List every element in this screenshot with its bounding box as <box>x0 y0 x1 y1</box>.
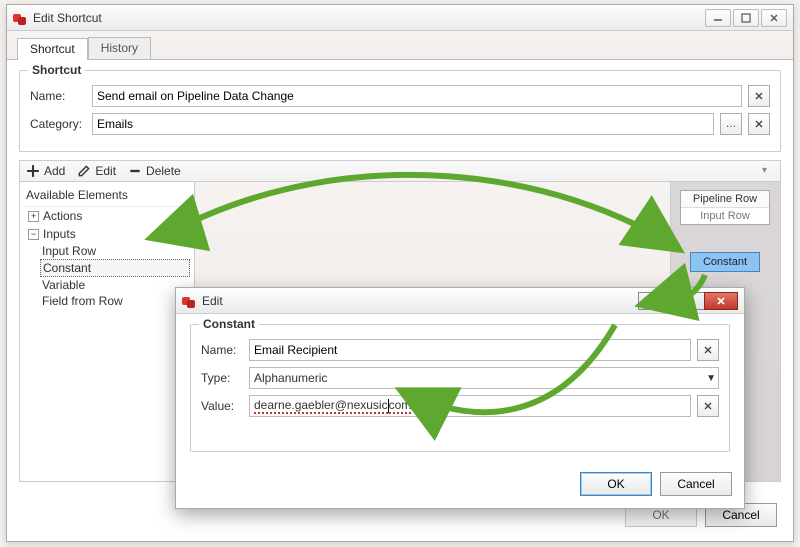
add-button[interactable]: Add <box>26 164 65 178</box>
browse-category-button[interactable]: … <box>720 113 742 135</box>
edit-titlebar[interactable]: Edit <box>176 288 744 314</box>
close-button[interactable] <box>704 292 738 310</box>
node-pipeline-row[interactable]: Pipeline Row Input Row <box>680 190 770 225</box>
clear-category-button[interactable] <box>748 113 770 135</box>
tab-history-label: History <box>101 41 138 55</box>
edit-type-label: Type: <box>201 371 243 385</box>
edit-name-label: Name: <box>201 343 243 357</box>
node-constant-label: Constant <box>703 256 747 268</box>
tree-inputs-children: Input Row Constant Variable Field from R… <box>24 243 190 309</box>
tree-variable[interactable]: Variable <box>40 277 190 293</box>
tree-actions-label: Actions <box>43 209 82 223</box>
edit-type-row: Type: Alphanumeric ▼ <box>201 367 719 389</box>
edit-title: Edit <box>202 294 633 308</box>
edit-value-label: Value: <box>201 399 243 413</box>
chevron-down-icon: ▼ <box>706 373 716 384</box>
delete-label: Delete <box>146 164 181 178</box>
shortcut-group: Shortcut Name: Category: … <box>19 70 781 152</box>
minimize-button[interactable] <box>638 292 672 310</box>
tree-constant[interactable]: Constant <box>40 259 190 277</box>
node-pipeline-row-sub: Input Row <box>681 208 769 224</box>
maximize-button[interactable] <box>671 292 705 310</box>
tab-shortcut-label: Shortcut <box>30 42 75 56</box>
edit-constant-dialog: Edit Constant Name: Type: <box>175 287 745 509</box>
name-row: Name: <box>30 85 770 107</box>
edit-dialog-buttons: OK Cancel <box>176 464 744 506</box>
edit-value-input[interactable]: dearne.gaebler@nexusiccom <box>249 395 691 417</box>
plus-icon <box>26 164 40 178</box>
app-icon <box>182 294 196 308</box>
ok-button[interactable]: OK <box>580 472 652 496</box>
clear-value-button[interactable] <box>697 395 719 417</box>
minus-icon <box>128 164 142 178</box>
node-constant[interactable]: Constant <box>690 252 760 272</box>
shortcut-legend: Shortcut <box>28 63 85 77</box>
tabs: Shortcut History <box>7 31 793 60</box>
edit-name-row: Name: <box>201 339 719 361</box>
edit-label: Edit <box>95 164 116 178</box>
category-label: Category: <box>30 117 86 131</box>
edit-value-row: Value: dearne.gaebler@nexusiccom <box>201 395 719 417</box>
category-input[interactable] <box>92 113 714 135</box>
clear-name-button[interactable] <box>697 339 719 361</box>
ok-label: OK <box>652 508 669 522</box>
titlebar[interactable]: Edit Shortcut <box>7 5 793 31</box>
expand-minus-icon[interactable]: − <box>28 229 39 240</box>
constant-group: Constant Name: Type: Alphanumeric ▼ Valu… <box>190 324 730 452</box>
category-row: Category: … <box>30 113 770 135</box>
edit-value-prefix: dearne.gaebler@nexusic <box>254 398 388 414</box>
name-input[interactable] <box>92 85 742 107</box>
cancel-label: Cancel <box>722 508 759 522</box>
edit-type-value: Alphanumeric <box>254 371 327 385</box>
tree-header: Available Elements <box>24 186 190 207</box>
delete-button[interactable]: Delete <box>128 164 181 178</box>
toolbar-overflow-icon[interactable]: ▾ <box>762 165 776 179</box>
window-buttons <box>705 9 787 27</box>
edit-name-input[interactable] <box>249 339 691 361</box>
expand-plus-icon[interactable]: + <box>28 211 39 222</box>
tree-input-row-label: Input Row <box>42 244 96 258</box>
clear-name-button[interactable] <box>748 85 770 107</box>
app-icon <box>13 11 27 25</box>
tree-actions[interactable]: + Actions <box>24 207 190 225</box>
minimize-button[interactable] <box>705 9 731 27</box>
elements-tree[interactable]: Available Elements + Actions − Inputs In… <box>20 182 195 481</box>
tree-constant-label: Constant <box>43 261 91 275</box>
edit-content: Constant Name: Type: Alphanumeric ▼ Valu… <box>176 314 744 464</box>
close-button[interactable] <box>761 9 787 27</box>
edit-type-select[interactable]: Alphanumeric ▼ <box>249 367 719 389</box>
edit-button[interactable]: Edit <box>77 164 116 178</box>
cancel-button[interactable]: Cancel <box>660 472 732 496</box>
name-label: Name: <box>30 89 86 103</box>
tree-variable-label: Variable <box>42 278 85 292</box>
tab-shortcut[interactable]: Shortcut <box>17 38 88 60</box>
tree-field-from-row-label: Field from Row <box>42 294 123 308</box>
cancel-label: Cancel <box>677 477 714 491</box>
ok-label: OK <box>607 477 624 491</box>
add-label: Add <box>44 164 65 178</box>
pencil-icon <box>77 164 91 178</box>
tree-input-row[interactable]: Input Row <box>40 243 190 259</box>
edit-value-suffix: com <box>389 398 412 414</box>
edit-window-buttons <box>639 292 738 310</box>
elements-toolbar: Add Edit Delete ▾ <box>19 160 781 182</box>
tree-inputs-label: Inputs <box>43 227 76 241</box>
maximize-button[interactable] <box>733 9 759 27</box>
window-title: Edit Shortcut <box>33 11 699 25</box>
constant-legend: Constant <box>199 317 259 331</box>
tab-history[interactable]: History <box>88 37 151 59</box>
node-pipeline-row-title: Pipeline Row <box>681 191 769 208</box>
tree-field-from-row[interactable]: Field from Row <box>40 293 190 309</box>
tree-inputs[interactable]: − Inputs <box>24 225 190 243</box>
